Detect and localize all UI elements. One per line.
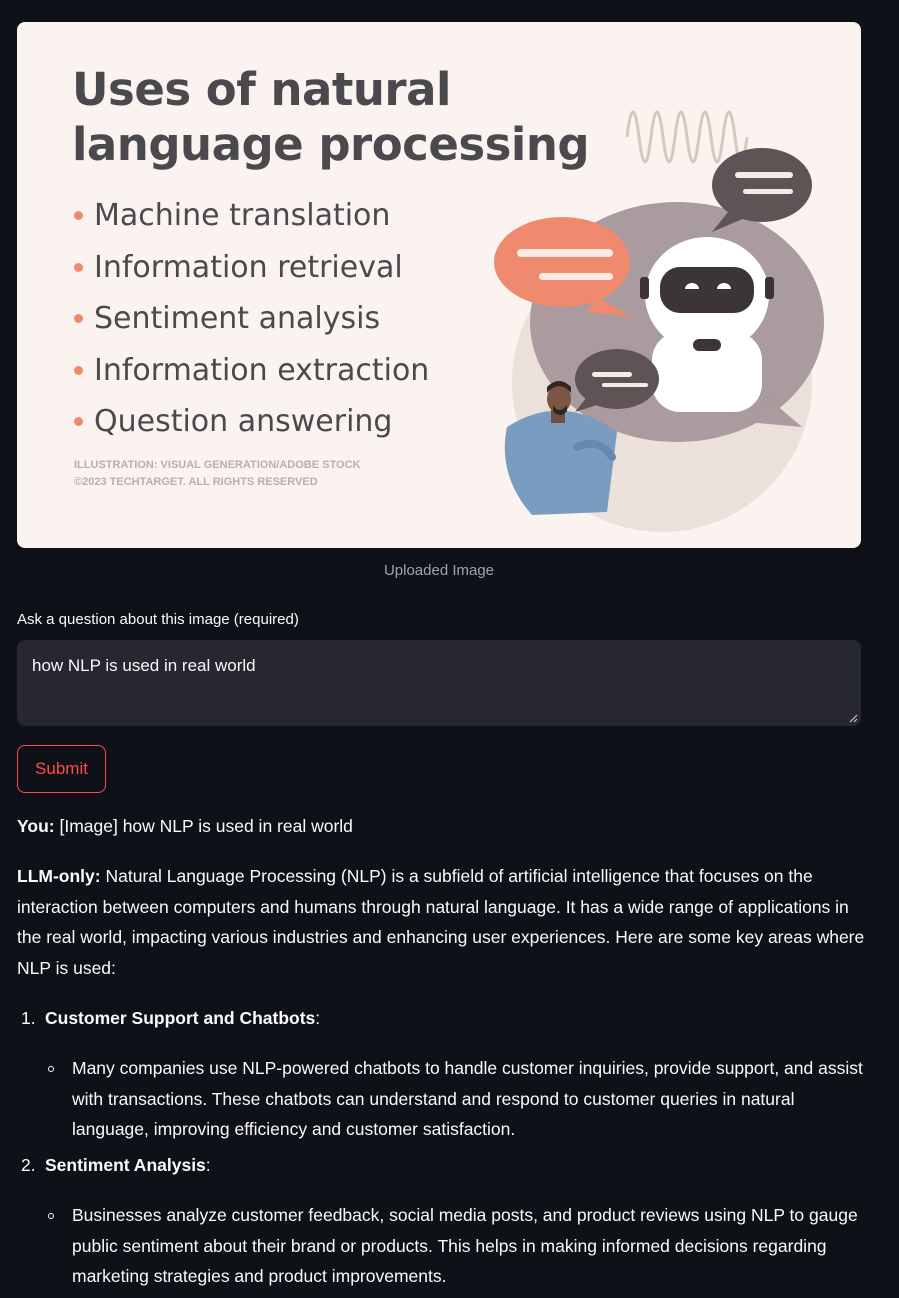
answer-detail: Businesses analyze customer feedback, so… xyxy=(45,1200,867,1292)
user-message: You: [Image] how NLP is used in real wor… xyxy=(17,811,867,842)
image-list-item: Question answering xyxy=(74,396,429,448)
bullet-dot xyxy=(74,262,83,272)
robot-ear xyxy=(640,277,649,299)
resize-handle-icon[interactable] xyxy=(848,713,858,723)
robot-visor xyxy=(660,267,754,313)
bubble-line xyxy=(735,172,793,178)
question-label: Ask a question about this image (require… xyxy=(17,611,299,628)
image-list-item: Information extraction xyxy=(74,345,429,397)
image-list-text: Question answering xyxy=(94,404,393,440)
answer-item: 2. Sentiment Analysis: Businesses analyz… xyxy=(17,1150,867,1292)
hollow-bullet-icon xyxy=(48,1213,54,1219)
dark-speech-bubble xyxy=(712,148,812,222)
image-list-text: Information extraction xyxy=(94,352,430,388)
llm-message: LLM-only: Natural Language Processing (N… xyxy=(17,861,867,983)
answer-heading: Customer Support and Chatbots: xyxy=(45,1007,321,1028)
bubble-line xyxy=(517,249,613,257)
person-body xyxy=(504,410,617,515)
app-page: Uses of natural language processing Mach… xyxy=(0,0,899,1298)
bullet-dot xyxy=(74,211,83,221)
image-list-text: Information retrieval xyxy=(94,249,403,285)
bullet-dot xyxy=(74,314,83,324)
image-credit: ILLUSTRATION: VISUAL GENERATION/ADOBE ST… xyxy=(74,459,361,488)
robot-neck xyxy=(693,339,721,351)
chat-log: You: [Image] how NLP is used in real wor… xyxy=(17,811,867,1297)
robot-ear xyxy=(765,277,774,299)
answer-list: 1. Customer Support and Chatbots: Many c… xyxy=(17,1003,867,1292)
orange-speech-bubble xyxy=(494,217,630,307)
image-list-text: Sentiment analysis xyxy=(94,301,381,337)
image-list-item: Sentiment analysis xyxy=(74,293,429,345)
answer-detail-text: Businesses analyze customer feedback, so… xyxy=(72,1205,858,1286)
answer-heading-text: Customer Support and Chatbots xyxy=(45,1007,316,1028)
bubble-line xyxy=(743,189,793,194)
image-list-text: Machine translation xyxy=(94,198,391,234)
bubble-line xyxy=(602,383,648,387)
robot-conversation-illustration xyxy=(494,110,824,532)
user-label: You: xyxy=(17,816,55,836)
question-input-value: how NLP is used in real world xyxy=(32,656,256,675)
llm-intro-text: Natural Language Processing (NLP) is a s… xyxy=(17,866,865,978)
answer-heading-text: Sentiment Analysis xyxy=(45,1154,206,1175)
bubble-line xyxy=(539,273,613,280)
answer-detail-text: Many companies use NLP-powered chatbots … xyxy=(72,1058,863,1139)
user-message-text: [Image] how NLP is used in real world xyxy=(59,816,353,836)
bullet-dot xyxy=(74,417,83,427)
submit-button[interactable]: Submit xyxy=(17,745,106,793)
answer-number: 2. xyxy=(21,1154,36,1175)
answer-item: 1. Customer Support and Chatbots: Many c… xyxy=(17,1003,867,1145)
uploaded-image: Uses of natural language processing Mach… xyxy=(17,22,861,548)
answer-heading: Sentiment Analysis: xyxy=(45,1154,211,1175)
sound-wave-top xyxy=(625,110,749,164)
image-list-item: Machine translation xyxy=(74,190,429,242)
answer-number: 1. xyxy=(21,1007,36,1028)
image-list-item: Information retrieval xyxy=(74,242,429,294)
bubble-line xyxy=(592,372,632,377)
hollow-bullet-icon xyxy=(48,1066,54,1072)
image-caption: Uploaded Image xyxy=(383,562,495,579)
answer-detail: Many companies use NLP-powered chatbots … xyxy=(45,1053,867,1145)
bullet-dot xyxy=(74,365,83,375)
question-input[interactable]: how NLP is used in real world xyxy=(17,640,861,726)
image-uses-list: Machine translation Information retrieva… xyxy=(74,190,429,448)
llm-label: LLM-only: xyxy=(17,866,101,886)
